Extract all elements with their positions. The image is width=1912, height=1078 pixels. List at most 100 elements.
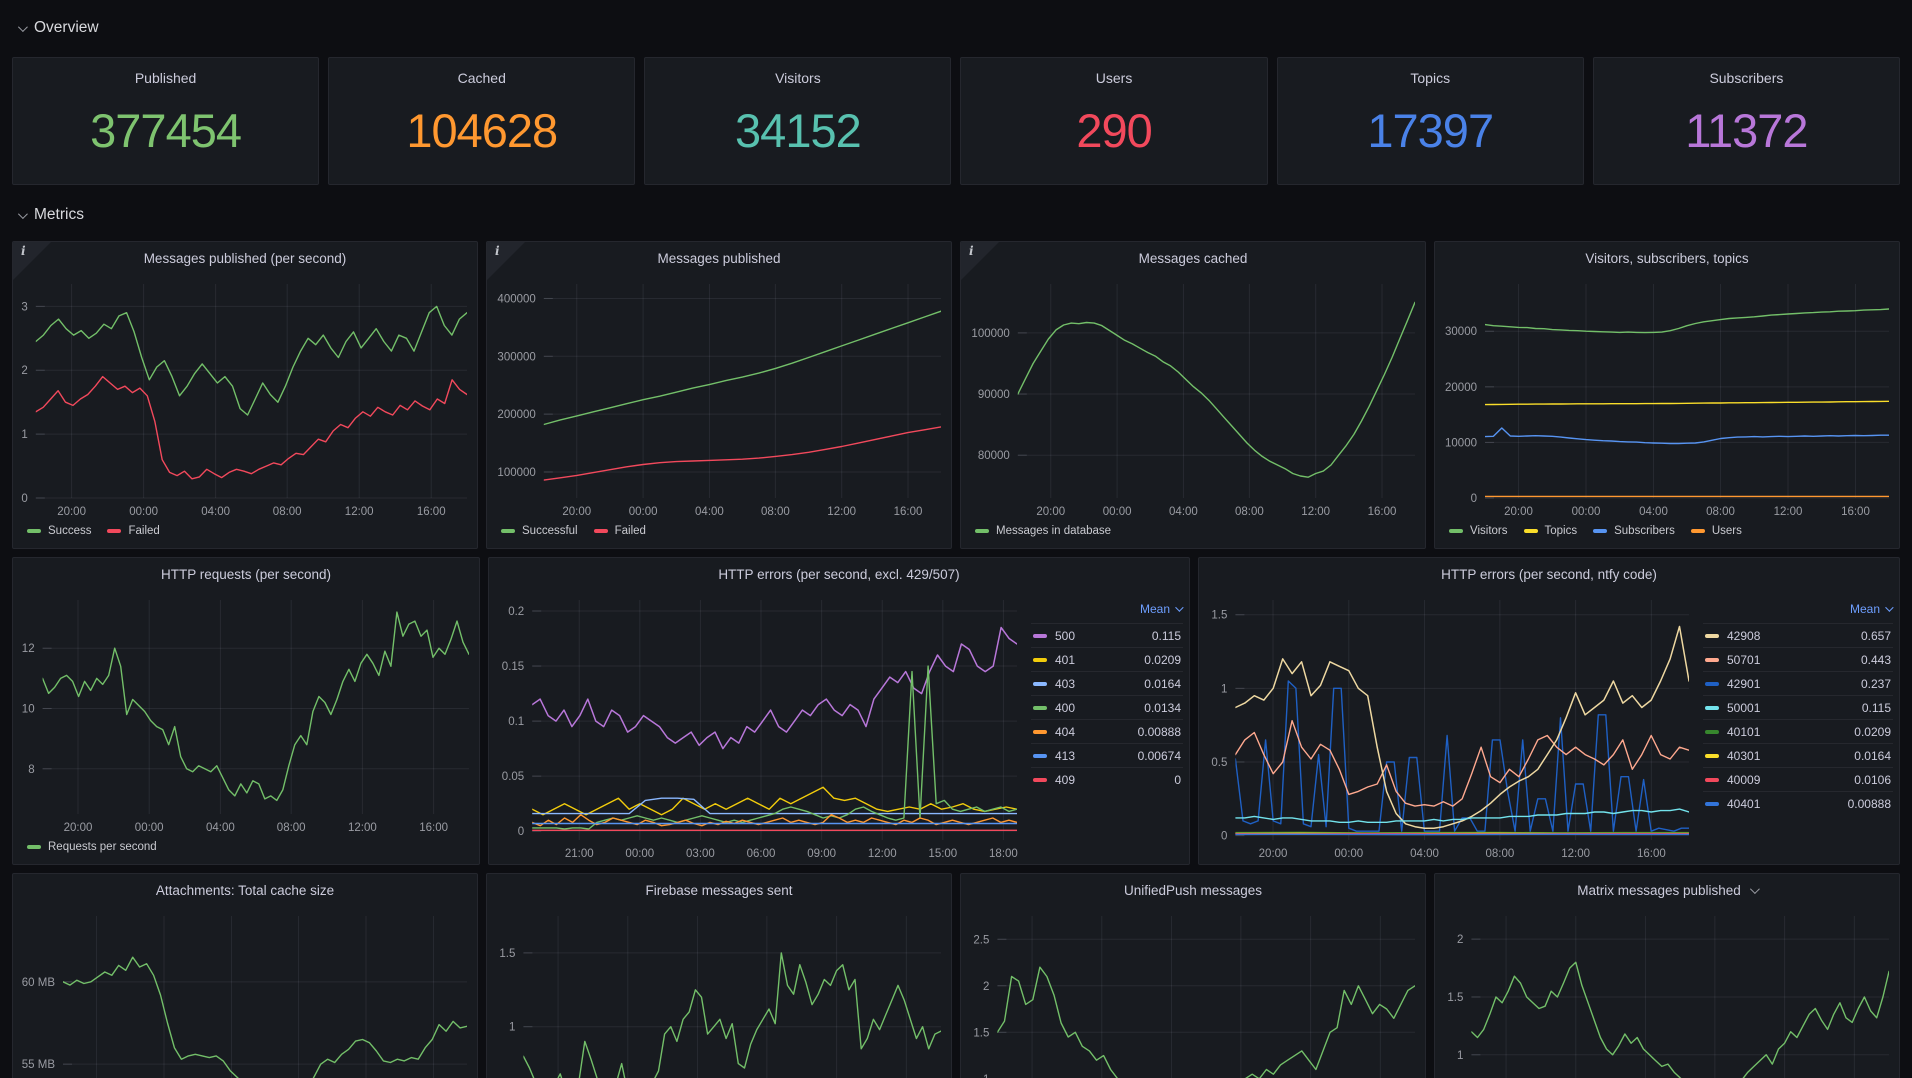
- panel-header[interactable]: HTTP errors (per second, excl. 429/507): [489, 558, 1189, 590]
- legend-swatch-icon: [1524, 529, 1538, 533]
- chart-plot[interactable]: 20:0000:0004:0008:0012:0016:000.511.52: [1435, 906, 1899, 1078]
- legend-item[interactable]: Visitors: [1449, 525, 1508, 537]
- legend-item[interactable]: Failed: [594, 525, 646, 537]
- legend-table-row[interactable]: 403010.0164: [1703, 743, 1893, 767]
- section-metrics[interactable]: Metrics: [12, 199, 1900, 231]
- svg-text:04:00: 04:00: [695, 506, 724, 518]
- panel-header[interactable]: HTTP errors (per second, ntfy code): [1199, 558, 1899, 590]
- legend-item[interactable]: Failed: [107, 525, 159, 537]
- series-code-label: 403: [1055, 677, 1075, 691]
- panel-title: Messages published: [657, 251, 780, 266]
- series-code-label: 40401: [1727, 797, 1760, 811]
- panel-header[interactable]: Messages published: [487, 242, 951, 274]
- legend-item[interactable]: Successful: [501, 525, 578, 537]
- legend-swatch-icon: [1033, 658, 1047, 662]
- series-code-label: 401: [1055, 653, 1075, 667]
- legend-table-row[interactable]: 4030.0164: [1031, 671, 1183, 695]
- chevron-down-icon: [18, 209, 28, 219]
- stat-title: Visitors: [775, 70, 821, 86]
- legend-item[interactable]: Requests per second: [27, 841, 157, 853]
- legend-swatch-icon: [1033, 778, 1047, 782]
- stat-title: Topics: [1410, 70, 1450, 86]
- legend-swatch-icon: [1705, 754, 1719, 758]
- svg-text:20:00: 20:00: [1504, 506, 1533, 518]
- legend-label: Subscribers: [1614, 525, 1675, 537]
- series-code-label: 404: [1055, 725, 1075, 739]
- svg-text:00:00: 00:00: [629, 506, 658, 518]
- legend-label: Failed: [128, 525, 159, 537]
- legend-swatch-icon: [107, 529, 121, 533]
- legend-table-row[interactable]: 4000.0134: [1031, 695, 1183, 719]
- chart-plot[interactable]: 21:0000:0003:0006:0009:0012:0015:0018:00…: [489, 590, 1027, 864]
- chart-plot[interactable]: 20:0000:0004:0008:0012:0016:0081012: [13, 590, 479, 838]
- legend-table-row[interactable]: 4130.00674: [1031, 743, 1183, 767]
- legend-swatch-icon: [1705, 634, 1719, 638]
- legend-swatch-icon: [1033, 730, 1047, 734]
- series-mean-value: 0: [1174, 773, 1181, 787]
- series-code-label: 42908: [1727, 629, 1760, 643]
- series-mean-value: 0.115: [1152, 629, 1181, 643]
- chevron-down-icon: [1175, 603, 1183, 611]
- panel-header[interactable]: Messages published (per second): [13, 242, 477, 274]
- panel-header[interactable]: HTTP requests (per second): [13, 558, 479, 590]
- section-overview[interactable]: Overview: [12, 12, 1900, 44]
- series-mean-value: 0.237: [1861, 677, 1891, 691]
- svg-text:0: 0: [1471, 493, 1477, 505]
- panel-header[interactable]: UnifiedPush messages: [961, 874, 1425, 906]
- legend-item[interactable]: Subscribers: [1593, 525, 1675, 537]
- chart-plot[interactable]: 20:0000:0004:0008:0012:0016:000100002000…: [1435, 274, 1899, 522]
- panel-header[interactable]: Matrix messages published: [1435, 874, 1899, 906]
- legend-item[interactable]: Success: [27, 525, 91, 537]
- chart-plot[interactable]: 20:0000:0004:0008:0012:0016:001000002000…: [487, 274, 951, 522]
- chart-plot[interactable]: 20:0000:0004:0008:0012:0016:000.511.5: [487, 906, 951, 1078]
- svg-text:08:00: 08:00: [1706, 506, 1735, 518]
- svg-text:00:00: 00:00: [129, 506, 158, 518]
- series-code-label: 40009: [1727, 773, 1760, 787]
- svg-text:10: 10: [22, 704, 35, 716]
- chart-plot[interactable]: 20:0000:0004:0008:0012:0016:0011.522.5: [961, 906, 1425, 1078]
- legend-table-row[interactable]: 429080.657: [1703, 623, 1893, 647]
- chart-plot[interactable]: 20:0000:0004:0008:0012:0016:008000090000…: [961, 274, 1425, 522]
- legend-table-row[interactable]: 401010.0209: [1703, 719, 1893, 743]
- svg-text:08:00: 08:00: [761, 506, 790, 518]
- panel-header[interactable]: Firebase messages sent: [487, 874, 951, 906]
- chart-plot[interactable]: 20:0000:0004:0008:0012:0016:0055 MB60 MB: [13, 906, 477, 1078]
- svg-text:10000: 10000: [1445, 437, 1477, 449]
- svg-text:30000: 30000: [1445, 326, 1477, 338]
- legend-swatch-icon: [1705, 778, 1719, 782]
- svg-text:0: 0: [21, 493, 27, 505]
- chart-plot[interactable]: 20:0000:0004:0008:0012:0016:0000.511.5: [1199, 590, 1699, 864]
- svg-text:12:00: 12:00: [868, 848, 897, 860]
- legend-swatch-icon: [1033, 706, 1047, 710]
- legend-table-row[interactable]: 507010.443: [1703, 647, 1893, 671]
- legend-swatch-icon: [1705, 706, 1719, 710]
- series-code-label: 409: [1055, 773, 1075, 787]
- svg-text:2.5: 2.5: [973, 934, 989, 946]
- legend-item[interactable]: Users: [1691, 525, 1742, 537]
- legend-table-row[interactable]: 429010.237: [1703, 671, 1893, 695]
- mean-column-header[interactable]: Mean: [1031, 602, 1183, 623]
- panel-header[interactable]: Attachments: Total cache size: [13, 874, 477, 906]
- legend-table-row[interactable]: 4010.0209: [1031, 647, 1183, 671]
- svg-text:20000: 20000: [1445, 382, 1477, 394]
- svg-text:00:00: 00:00: [135, 822, 164, 834]
- mean-column-header[interactable]: Mean: [1703, 602, 1893, 623]
- legend-item[interactable]: Messages in database: [975, 525, 1111, 537]
- legend-table-row[interactable]: 409 0: [1031, 767, 1183, 791]
- panel-title: Firebase messages sent: [645, 883, 792, 898]
- stat-value: 17397: [1367, 86, 1493, 184]
- legend-table-row[interactable]: 5000.115: [1031, 623, 1183, 647]
- panel-header[interactable]: Messages cached: [961, 242, 1425, 274]
- panel-title: HTTP errors (per second, ntfy code): [1441, 567, 1657, 582]
- legend-table-row[interactable]: 400090.0106: [1703, 767, 1893, 791]
- legend-table-row[interactable]: 4040.00888: [1031, 719, 1183, 743]
- chart-plot[interactable]: 20:0000:0004:0008:0012:0016:000123: [13, 274, 477, 522]
- panel-header[interactable]: Visitors, subscribers, topics: [1435, 242, 1899, 274]
- legend-table-row[interactable]: 500010.115: [1703, 695, 1893, 719]
- section-title: Metrics: [34, 206, 84, 224]
- chevron-down-icon[interactable]: [1750, 884, 1760, 894]
- svg-text:0.1: 0.1: [508, 716, 524, 728]
- svg-text:12:00: 12:00: [1301, 506, 1330, 518]
- legend-item[interactable]: Topics: [1524, 525, 1578, 537]
- legend-table-row[interactable]: 404010.00888: [1703, 791, 1893, 815]
